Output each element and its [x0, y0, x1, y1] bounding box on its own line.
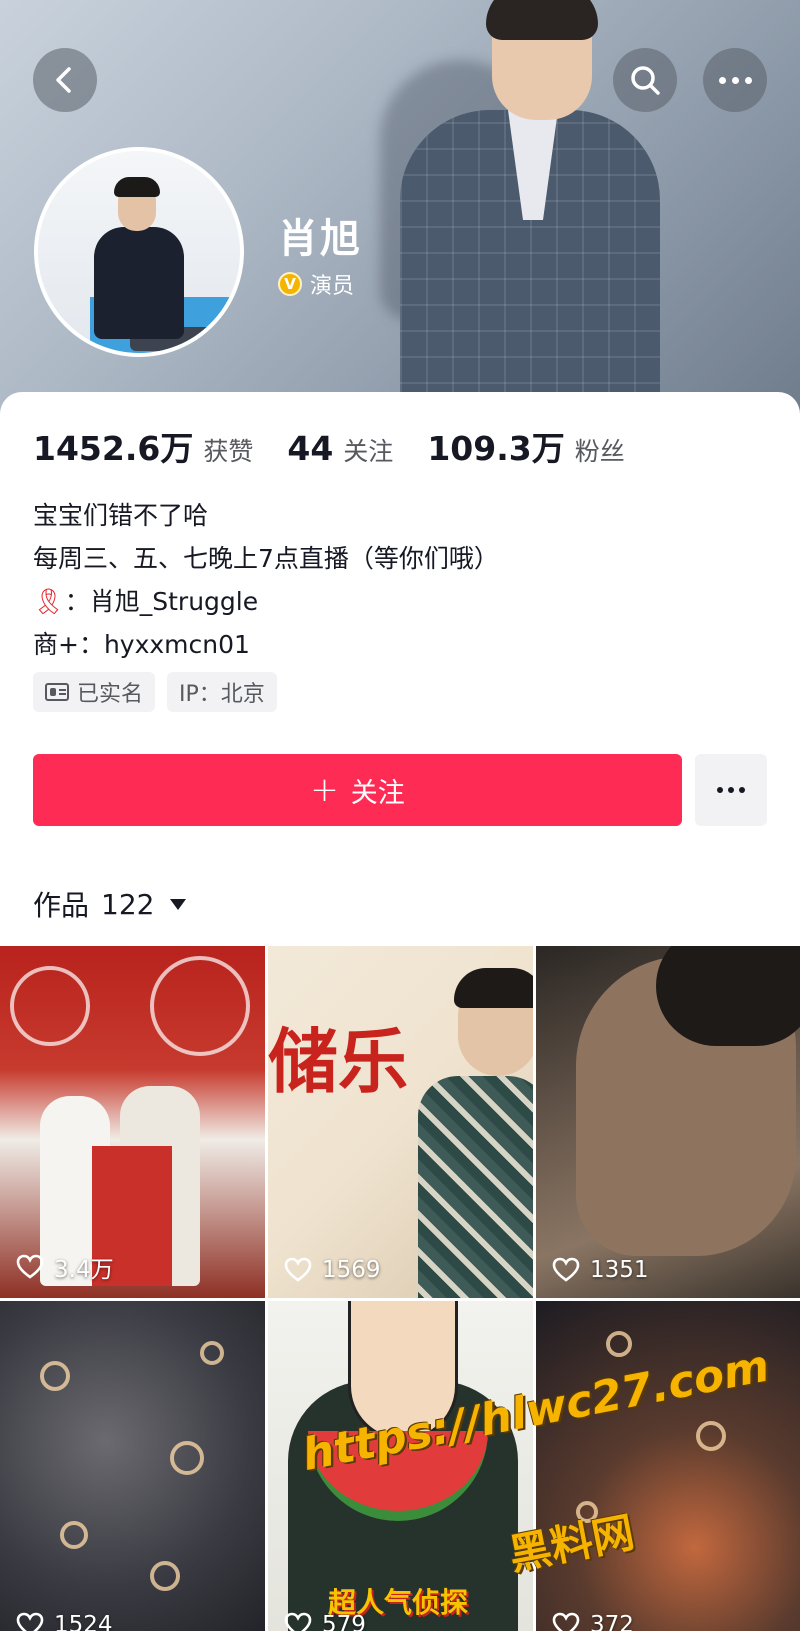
- plus-icon: +: [310, 770, 339, 810]
- stat-following[interactable]: 44 关注: [287, 429, 393, 468]
- stat-followers-value: 109.3万: [427, 429, 565, 468]
- verified-title: V 演员: [278, 268, 354, 300]
- works-tab[interactable]: 作品 122: [33, 884, 187, 924]
- video-likes: 1524: [16, 1611, 113, 1631]
- profile-card: 1452.6万 获赞 44 关注 109.3万 粉丝 宝宝们错不了哈 每周三、五…: [0, 392, 800, 952]
- heart-icon: [284, 1612, 312, 1631]
- heart-icon: [16, 1254, 44, 1279]
- verified-title-label: 演员: [310, 274, 355, 299]
- bio: 宝宝们错不了哈 每周三、五、七晚上7点直播（等你们哦） 🎗：肖旭_Struggl…: [33, 494, 499, 666]
- video-overlay-text: 储乐: [268, 1020, 408, 1103]
- bio-line-1: 宝宝们错不了哈: [33, 501, 209, 530]
- real-name-tag: 已实名: [33, 672, 156, 712]
- bokeh-decoration: [40, 1361, 70, 1391]
- video-likes-count: 1351: [590, 1257, 649, 1283]
- stat-following-label: 关注: [343, 437, 394, 466]
- avatar[interactable]: [34, 147, 244, 357]
- profile-tags: 已实名 IP：北京: [33, 672, 277, 712]
- bio-line-4: 商+：hyxxmcn01: [33, 630, 250, 659]
- heart-icon: [552, 1257, 580, 1282]
- video-tile[interactable]: 3.4万: [0, 946, 265, 1298]
- ip-location-tag: IP：北京: [167, 672, 277, 712]
- stat-followers[interactable]: 109.3万 粉丝: [427, 422, 624, 470]
- search-icon: [631, 66, 660, 95]
- real-name-label: 已实名: [77, 682, 144, 707]
- video-likes: 372: [552, 1611, 634, 1631]
- more-options-button[interactable]: [703, 48, 767, 112]
- id-card-icon: [45, 683, 69, 701]
- back-button[interactable]: [33, 48, 97, 112]
- stat-likes[interactable]: 1452.6万 获赞: [33, 422, 253, 470]
- video-likes-count: 579: [322, 1612, 366, 1631]
- video-likes-count: 372: [590, 1612, 634, 1631]
- follow-label: 关注: [350, 777, 405, 809]
- works-label: 作品: [33, 889, 90, 922]
- follow-button[interactable]: + 关注: [33, 754, 682, 826]
- bio-line-2: 每周三、五、七晚上7点直播（等你们哦）: [33, 544, 499, 573]
- ellipsis-icon: [717, 787, 723, 793]
- video-likes: 579: [284, 1611, 366, 1631]
- more-icon: [718, 76, 726, 84]
- profile-name: 肖旭: [278, 216, 362, 262]
- search-button[interactable]: [613, 48, 677, 112]
- video-tile[interactable]: 储乐 1569: [268, 946, 533, 1298]
- heart-icon: [552, 1612, 580, 1631]
- heart-icon: [16, 1612, 44, 1631]
- video-likes-count: 3.4万: [54, 1257, 114, 1283]
- bokeh-decoration: [606, 1331, 632, 1357]
- stat-following-value: 44: [287, 429, 334, 468]
- video-likes-count: 1524: [54, 1612, 113, 1631]
- works-count: 122: [101, 887, 155, 921]
- heart-icon: [284, 1257, 312, 1282]
- stat-likes-label: 获赞: [203, 437, 254, 466]
- video-likes: 1351: [552, 1256, 649, 1284]
- video-grid: 3.4万 储乐 1569 1351 1524 超人气侦探 579 372: [0, 946, 800, 1631]
- video-likes: 1569: [284, 1256, 381, 1284]
- video-tile[interactable]: 1351: [536, 946, 800, 1298]
- video-tile[interactable]: 1524: [0, 1301, 265, 1631]
- bio-line-3: 🎗：肖旭_Struggle: [33, 580, 499, 623]
- more-actions-button[interactable]: [695, 754, 767, 826]
- video-likes-count: 1569: [322, 1257, 381, 1283]
- back-arrow-icon: [56, 67, 71, 93]
- dropdown-caret-icon: [170, 898, 187, 910]
- video-likes: 3.4万: [16, 1250, 114, 1284]
- stat-followers-label: 粉丝: [574, 437, 625, 466]
- ribbon-icon: 🎗: [33, 587, 65, 616]
- stats-row: 1452.6万 获赞 44 关注 109.3万 粉丝: [33, 422, 625, 470]
- stat-likes-value: 1452.6万: [33, 429, 194, 468]
- verified-badge-icon: V: [278, 272, 302, 296]
- bio-line-3-text: ：肖旭_Struggle: [64, 587, 259, 616]
- peony-decoration: [10, 966, 90, 1046]
- ip-location-label: IP：北京: [179, 682, 265, 707]
